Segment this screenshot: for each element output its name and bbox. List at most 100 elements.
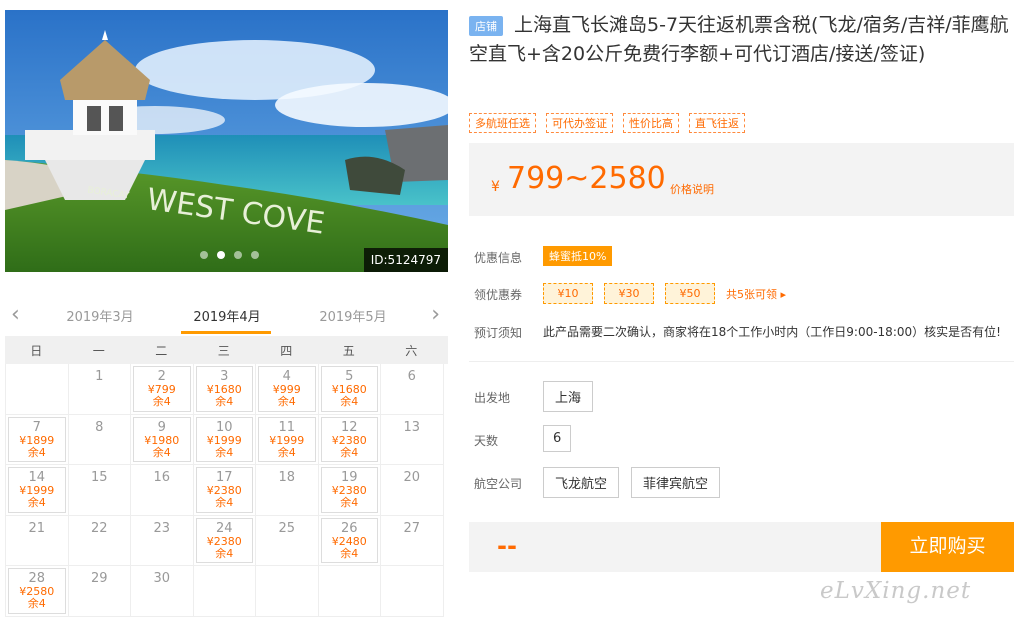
available-date-box[interactable]: 11 ¥1999 余4 (258, 416, 316, 462)
next-month-tab[interactable]: 2019年5月 (303, 306, 403, 325)
honey-discount-badge: 蜂蜜抵10% (543, 246, 613, 266)
beach-scene-image: WEST COVE BORACAY (5, 10, 448, 272)
day-number: 11 (278, 419, 296, 435)
weekday-label: 五 (342, 343, 355, 358)
coupon-more-link[interactable]: 共5张可领 ▸ (726, 286, 786, 302)
booking-notice: 此产品需要二次确认，商家将在18个工作小时内（工作日9:00-18:00）核实是… (543, 325, 1001, 339)
coupon[interactable]: ¥30 (604, 283, 654, 304)
days-option[interactable]: 6 (543, 425, 572, 452)
carousel-dot[interactable] (234, 251, 242, 259)
day-number: 5 (345, 369, 354, 384)
day-number: 16 (153, 470, 171, 485)
day-number: 1 (95, 369, 104, 384)
departure-option[interactable]: 上海 (543, 381, 594, 412)
calendar-day-cell[interactable]: 7 ¥1899 余4 (6, 414, 69, 465)
next-month-chevron-icon[interactable]: › (431, 302, 440, 327)
airline-option[interactable]: 飞龙航空 (543, 467, 620, 498)
coupon-label: 领优惠券 (474, 288, 523, 302)
weekday-label: 三 (217, 343, 230, 358)
available-date-box[interactable]: 19 ¥2380 余4 (320, 467, 378, 513)
calendar-day-cell[interactable]: 12 ¥2380 余4 (318, 414, 381, 465)
calendar-empty-cell (381, 566, 444, 617)
current-month-tab[interactable]: 2019年4月 (177, 306, 277, 325)
day-number: 23 (153, 520, 171, 536)
airline-label: 航空公司 (474, 477, 523, 491)
available-date-box[interactable]: 17 ¥2380 余4 (195, 467, 253, 513)
calendar-day-cell: 6 (381, 364, 444, 415)
total-price: -- (497, 532, 517, 560)
calendar-day-cell: 27 (381, 515, 444, 566)
product-photo: WEST COVE BORACAY ID:5124797 (5, 10, 448, 272)
divider (469, 361, 1014, 362)
day-remaining: 余4 (27, 496, 46, 509)
available-date-box[interactable]: 2 ¥799 余4 (133, 366, 191, 412)
day-remaining: 余4 (27, 445, 46, 459)
available-date-box[interactable]: 7 ¥1899 余4 (8, 416, 66, 462)
available-date-box[interactable]: 14 ¥1999 余4 (8, 467, 66, 513)
coupon[interactable]: ¥10 (543, 283, 593, 304)
calendar-empty-cell (6, 364, 69, 415)
calendar-empty-cell (193, 566, 256, 617)
coupon[interactable]: ¥50 (665, 283, 715, 304)
day-number: 19 (340, 470, 358, 485)
available-date-box[interactable]: 24 ¥2380 余4 (195, 517, 253, 563)
day-remaining: 余4 (340, 445, 359, 459)
prev-month-tab[interactable]: 2019年3月 (50, 306, 150, 325)
calendar-day-cell[interactable]: 26 ¥2480 余4 (318, 515, 381, 566)
price-range: 799~2580 (507, 161, 666, 196)
calendar-day-cell[interactable]: 3 ¥1680 余4 (193, 364, 256, 415)
calendar-day-cell: 22 (68, 515, 131, 566)
day-price: ¥1980 (144, 433, 180, 447)
day-number: 29 (90, 571, 108, 586)
available-date-box[interactable]: 9 ¥1980 余4 (133, 416, 191, 462)
days-label: 天数 (474, 434, 499, 448)
day-remaining: 余4 (152, 395, 171, 408)
available-date-box[interactable]: 10 ¥1999 余4 (195, 416, 253, 462)
calendar-day-cell[interactable]: 19 ¥2380 余4 (318, 465, 381, 516)
day-number: 22 (90, 520, 108, 536)
available-date-box[interactable]: 4 ¥999 余4 (258, 366, 316, 412)
day-remaining: 余4 (277, 445, 296, 459)
calendar-day-cell[interactable]: 10 ¥1999 余4 (193, 414, 256, 465)
day-remaining: 余4 (215, 395, 234, 408)
calendar-empty-cell (256, 566, 319, 617)
calendar-day-cell: 23 (131, 515, 194, 566)
calendar-day-cell[interactable]: 2 ¥799 余4 (131, 364, 194, 415)
available-date-box[interactable]: 28 ¥2580 余4 (8, 568, 66, 614)
available-date-box[interactable]: 12 ¥2380 余4 (320, 416, 378, 462)
day-number: 18 (278, 470, 296, 485)
day-number: 15 (90, 470, 108, 485)
day-number: 6 (407, 369, 416, 384)
carousel-dot[interactable] (251, 251, 259, 259)
prev-month-chevron-icon[interactable]: ‹ (11, 302, 20, 327)
available-date-box[interactable]: 3 ¥1680 余4 (195, 366, 253, 412)
calendar-day-cell[interactable]: 24 ¥2380 余4 (193, 515, 256, 566)
calendar-day-cell: 21 (6, 515, 69, 566)
day-price: ¥2380 (331, 433, 367, 447)
calendar-grid: 1 2 ¥799 余4 3 ¥1680 余4 4 ¥999 余4 5 ¥1680 余4 6 7 ¥1899 余4… (5, 364, 448, 617)
buy-now-button[interactable]: 立即购买 (881, 522, 1014, 572)
day-remaining: 余4 (340, 546, 359, 560)
calendar-day-cell: 29 (68, 566, 131, 617)
available-date-box[interactable]: 26 ¥2480 余4 (320, 517, 378, 563)
calendar-day-cell: 25 (256, 515, 319, 566)
calendar-day-cell[interactable]: 28 ¥2580 余4 (6, 566, 69, 617)
day-number: 13 (403, 419, 421, 435)
feature-tag: 多航班任选 (469, 113, 536, 133)
day-number: 14 (28, 470, 46, 485)
calendar-day-cell[interactable]: 14 ¥1999 余4 (6, 465, 69, 516)
calendar-day-cell[interactable]: 4 ¥999 余4 (256, 364, 319, 415)
calendar-day-cell: 13 (381, 414, 444, 465)
available-date-box[interactable]: 5 ¥1680 余4 (320, 366, 378, 412)
calendar-day-cell[interactable]: 11 ¥1999 余4 (256, 414, 319, 465)
price-note-link[interactable]: 价格说明 (670, 181, 714, 197)
calendar-day-cell[interactable]: 9 ¥1980 余4 (131, 414, 194, 465)
carousel-dot-active[interactable] (217, 251, 225, 259)
calendar-day-cell: 30 (131, 566, 194, 617)
calendar-day-cell[interactable]: 17 ¥2380 余4 (193, 465, 256, 516)
carousel-dot[interactable] (200, 251, 208, 259)
product-title: 上海直飞长滩岛5-7天往返机票含税(飞龙/宿务/吉祥/菲鹰航空直飞+含20公斤免… (469, 14, 1009, 65)
calendar-day-cell: 8 (68, 414, 131, 465)
airline-option[interactable]: 菲律宾航空 (631, 467, 721, 498)
calendar-day-cell[interactable]: 5 ¥1680 余4 (318, 364, 381, 415)
